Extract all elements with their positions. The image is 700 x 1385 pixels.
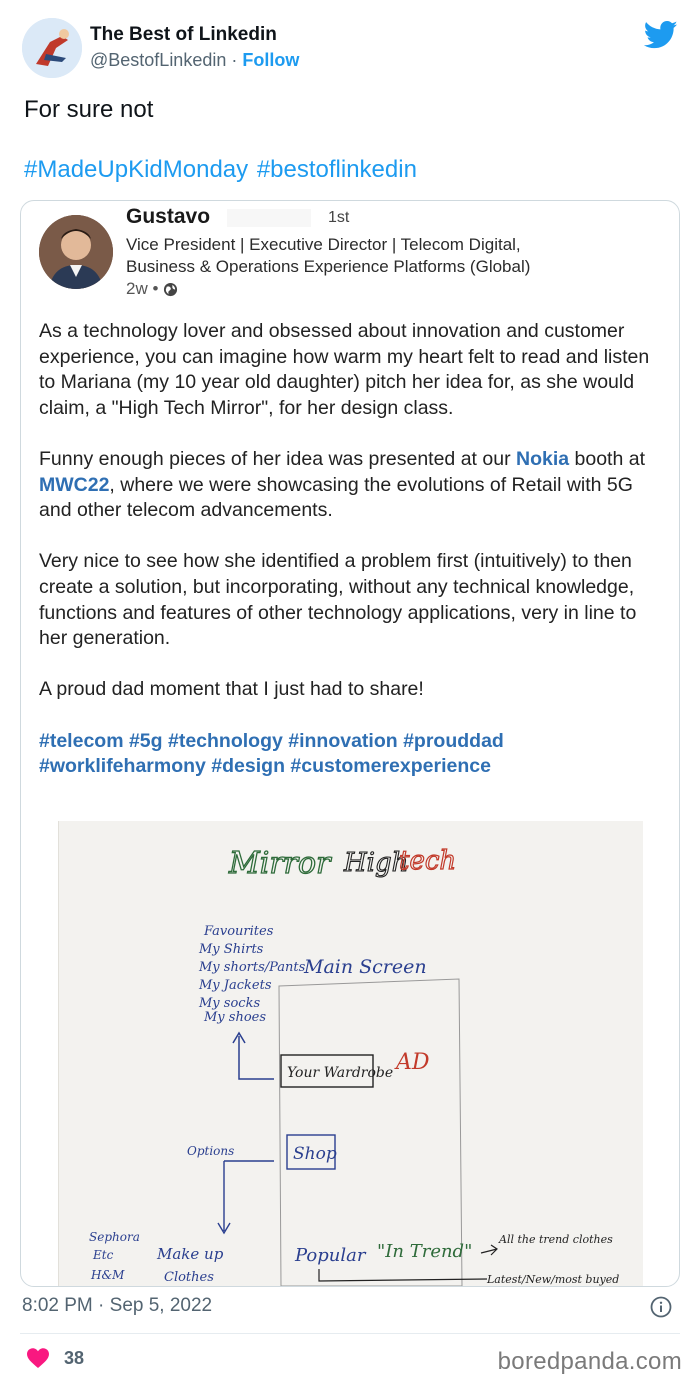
sketch-clothes: Clothes (164, 1270, 214, 1285)
sketch-list: Favourites My Shirts My shorts/Pants My … (198, 924, 306, 1025)
post-meta: 2w • (126, 279, 178, 299)
sketch-title-tech: tech (399, 846, 456, 876)
like-count: 38 (64, 1347, 85, 1368)
info-icon[interactable] (650, 1296, 672, 1318)
tweet-header: The Best of Linkedin @BestofLinkedin · F… (22, 18, 682, 80)
author-handle[interactable]: @BestofLinkedin (90, 50, 226, 70)
sketch-in-trend: "In Trend" (377, 1241, 472, 1262)
mwc22-link: MWC22 (39, 473, 110, 496)
follow-button[interactable]: Follow (242, 50, 299, 70)
sketch-list-item: Favourites (203, 924, 274, 939)
sketch-latest: Latest/New/most buyed (486, 1273, 619, 1286)
hashtag-link[interactable]: #MadeUpKidMonday (24, 156, 248, 183)
sketch-title-mirror: Mirror (228, 846, 332, 881)
post-age: 2w • (126, 279, 159, 298)
sketch-list-item: My Jackets (198, 978, 272, 993)
tweet-text: For sure not (24, 96, 154, 123)
sketch-screen-frame (278, 978, 463, 1286)
sketch-options: Options (187, 1144, 234, 1158)
sketch-list-item: My Shirts (198, 942, 264, 957)
sketch-list-item: My shorts/Pants (198, 960, 306, 975)
sketch-ad: AD (394, 1050, 430, 1075)
linkedin-avatar (39, 215, 113, 289)
hashtag-line: #telecom #5g #technology #innovation #pr… (39, 729, 504, 752)
post-paragraph: Funny enough pieces of her idea was pres… (39, 447, 669, 524)
text-span: booth at (569, 447, 646, 470)
sketch-make-up: Make up (156, 1245, 224, 1263)
sketch-photo: Mirror High tech Favourites My Shirts My… (58, 821, 643, 1286)
sketch-all-trend: All the trend clothes (498, 1233, 613, 1246)
author-handle-row: @BestofLinkedin · Follow (90, 50, 299, 71)
watermark: boredpanda.com (497, 1348, 682, 1375)
hashtag-link[interactable]: #bestoflinkedin (257, 156, 417, 183)
hashtag-line: #worklifeharmony #design #customerexperi… (39, 755, 491, 778)
headline-line: Business & Operations Experience Platfor… (126, 257, 531, 276)
sketch-your-wardrobe: Your Wardrobe (287, 1065, 393, 1081)
sketch-etc: Etc (92, 1248, 114, 1262)
sketch-popular: Popular (294, 1245, 367, 1266)
post-paragraph: A proud dad moment that I just had to sh… (39, 678, 424, 701)
footer-divider (20, 1333, 680, 1334)
post-paragraph: Very nice to see how she identified a pr… (39, 550, 637, 650)
sketch-shop: Shop (293, 1144, 337, 1164)
author-name[interactable]: The Best of Linkedin (90, 24, 277, 46)
connection-degree: 1st (328, 209, 350, 226)
text-span: Funny enough pieces of her idea was pres… (39, 447, 516, 470)
sketch-hm: H&M (90, 1268, 125, 1282)
twitter-bird-icon[interactable] (644, 20, 678, 50)
sketch-arrow-up (232, 1031, 274, 1080)
sketch-list-item: My socks (198, 996, 260, 1011)
post-paragraph: As a technology lover and obsessed about… (39, 320, 650, 419)
linkedin-headline: Vice President | Executive Director | Te… (126, 234, 666, 278)
headline-line: Vice President | Executive Director | Te… (126, 235, 521, 254)
sketch-arrow-down (217, 1160, 274, 1235)
sketch-list-item: My shoes (203, 1010, 266, 1025)
redaction-bar (227, 209, 311, 227)
tweet-hashtags: #MadeUpKidMonday #bestoflinkedin (24, 156, 417, 184)
heart-icon[interactable] (26, 1347, 50, 1369)
sketch-arrow-right (480, 1244, 498, 1256)
author-avatar[interactable] (22, 18, 82, 78)
embedded-image[interactable]: Gustavo 1st Vice President | Executive D… (20, 200, 680, 1287)
tweet-timestamp[interactable]: 8:02 PM · Sep 5, 2022 (22, 1295, 212, 1317)
separator-dot: · (231, 50, 238, 70)
text-span: , where we were showcasing the evolution… (39, 473, 633, 522)
linkedin-post-body: As a technology lover and obsessed about… (39, 319, 669, 780)
post-hashtags: #telecom #5g #technology #innovation #pr… (39, 729, 669, 780)
linkedin-author-name: Gustavo (126, 205, 211, 228)
nokia-link: Nokia (515, 447, 570, 470)
sketch-sephora: Sephora (89, 1230, 140, 1244)
like-row: 38 (26, 1347, 84, 1369)
globe-icon (164, 282, 178, 296)
sketch-main-screen: Main Screen (303, 956, 427, 978)
